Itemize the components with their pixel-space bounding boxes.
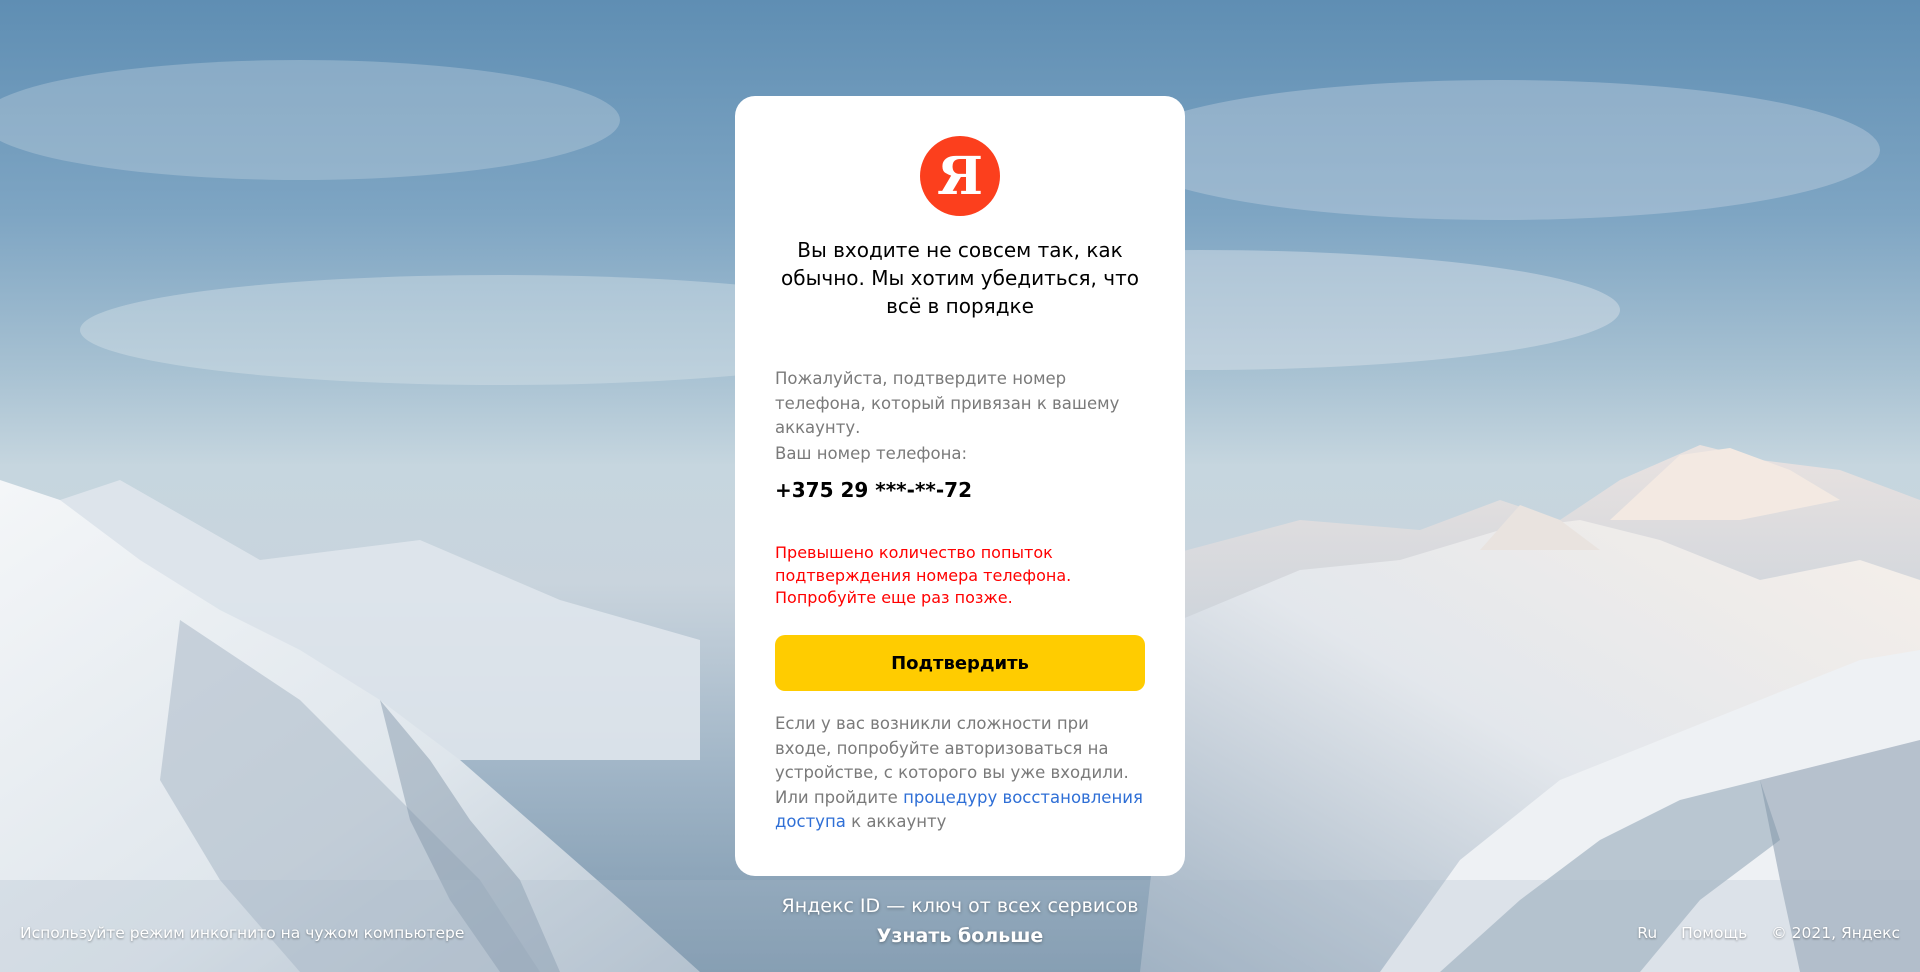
error-message: Превышено количество попыток подтвержден… [775,543,1072,607]
help-text-after: к аккаунту [845,812,947,831]
description-text: Пожалуйста, подтвердите номер телефона, … [775,369,1120,437]
language-switch[interactable]: Ru [1637,922,1657,944]
page-title: Вы входите не совсем так, как обычно. Мы… [781,238,1139,318]
yandex-logo-letter: Я [937,146,983,207]
incognito-hint: Используйте режим инкогнито на чужом ком… [20,924,465,942]
phone-number: +375 29 ***-**-72 [775,478,972,502]
copyright: © 2021, Яндекс [1771,924,1900,942]
confirm-button[interactable]: Подтвердить [775,635,1145,691]
yandex-id-promo: Яндекс ID — ключ от всех сервисов Узнать… [760,893,1160,949]
promo-text: Яндекс ID — ключ от всех сервисов [781,895,1139,917]
footer-links: Ru Помощь © 2021, Яндекс [1637,922,1900,944]
learn-more-link[interactable]: Узнать больше [877,923,1044,949]
login-card: Я Вы входите не совсем так, как обычно. … [735,96,1185,876]
yandex-logo[interactable]: Я [920,136,1000,216]
help-link[interactable]: Помощь [1681,922,1747,944]
help-text: Если у вас возникли сложности при входе,… [775,712,1147,835]
page: Я Вы входите не совсем так, как обычно. … [0,0,1920,972]
phone-label: Ваш номер телефона: [775,444,968,463]
